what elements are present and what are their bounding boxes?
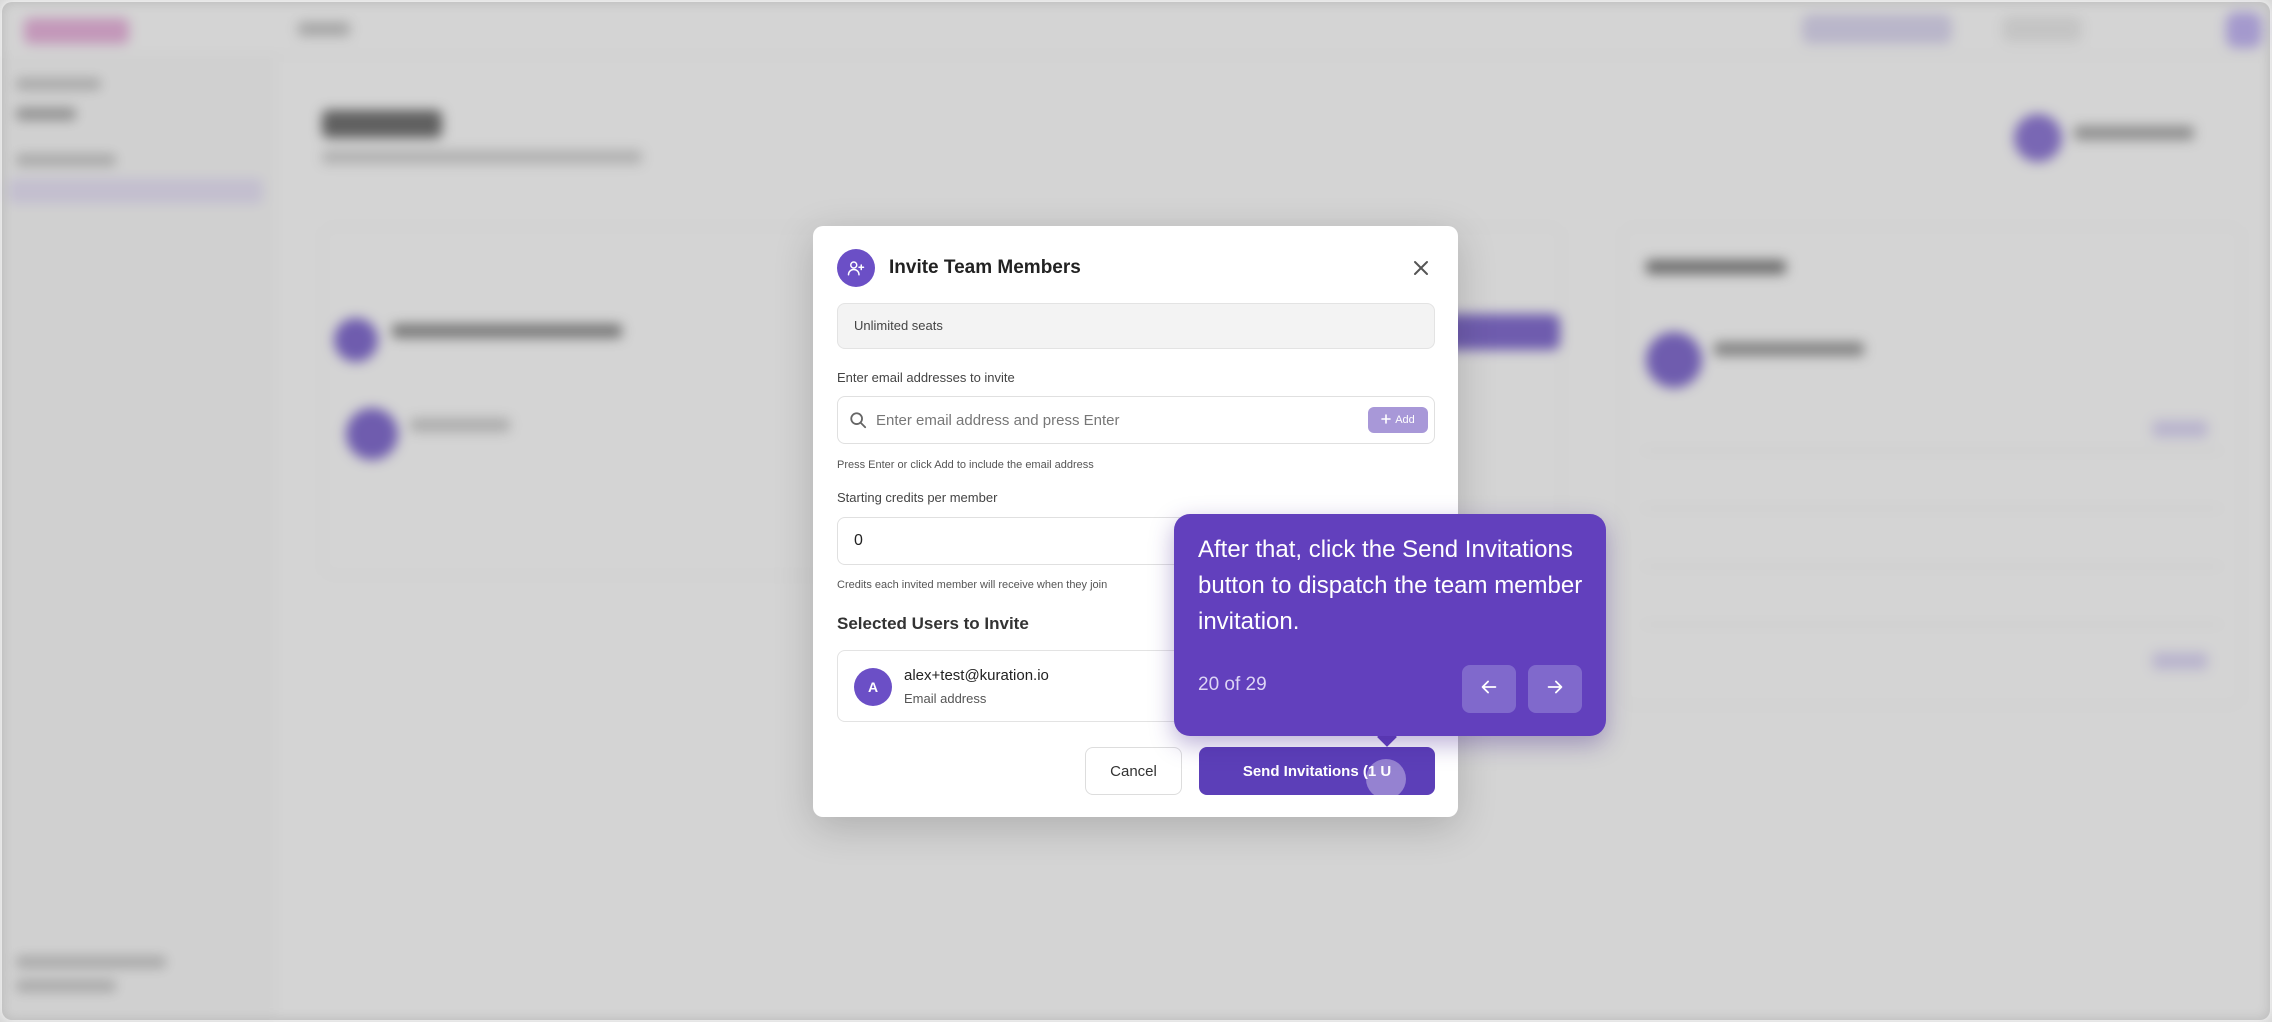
- email-field[interactable]: Add: [837, 396, 1435, 444]
- plus-icon: [1381, 413, 1392, 427]
- selected-user-card: A alex+test@kuration.io Email address: [837, 650, 1217, 722]
- tour-prev-button[interactable]: [1462, 665, 1516, 713]
- credits-label: Starting credits per member: [837, 490, 998, 505]
- seats-info: Unlimited seats: [837, 303, 1435, 349]
- user-plus-icon: [837, 249, 875, 287]
- tour-tooltip: After that, click the Send Invitations b…: [1174, 514, 1606, 736]
- arrow-left-icon: [1478, 676, 1500, 703]
- add-label: Add: [1395, 414, 1415, 426]
- user-email: alex+test@kuration.io: [904, 667, 1049, 684]
- close-icon[interactable]: [1411, 258, 1431, 278]
- credits-input[interactable]: [854, 526, 1194, 556]
- cancel-button[interactable]: Cancel: [1085, 747, 1182, 795]
- arrow-right-icon: [1544, 676, 1566, 703]
- avatar: A: [854, 668, 892, 706]
- selected-users-title: Selected Users to Invite: [837, 614, 1029, 633]
- modal-header: Invite Team Members: [837, 248, 1081, 288]
- email-label: Enter email addresses to invite: [837, 370, 1015, 385]
- modal-title: Invite Team Members: [889, 257, 1081, 278]
- credits-hint: Credits each invited member will receive…: [837, 579, 1108, 591]
- tour-step-counter: 20 of 29: [1198, 674, 1267, 695]
- tour-text: After that, click the Send Invitations b…: [1198, 536, 1583, 635]
- tour-highlight-pulse: [1366, 759, 1406, 799]
- email-input[interactable]: [876, 405, 1346, 435]
- credits-field[interactable]: [837, 517, 1217, 565]
- tour-next-button[interactable]: [1528, 665, 1582, 713]
- add-email-button[interactable]: Add: [1368, 407, 1428, 433]
- search-icon: [849, 411, 867, 434]
- email-hint: Press Enter or click Add to include the …: [837, 459, 1094, 471]
- user-type: Email address: [904, 691, 987, 706]
